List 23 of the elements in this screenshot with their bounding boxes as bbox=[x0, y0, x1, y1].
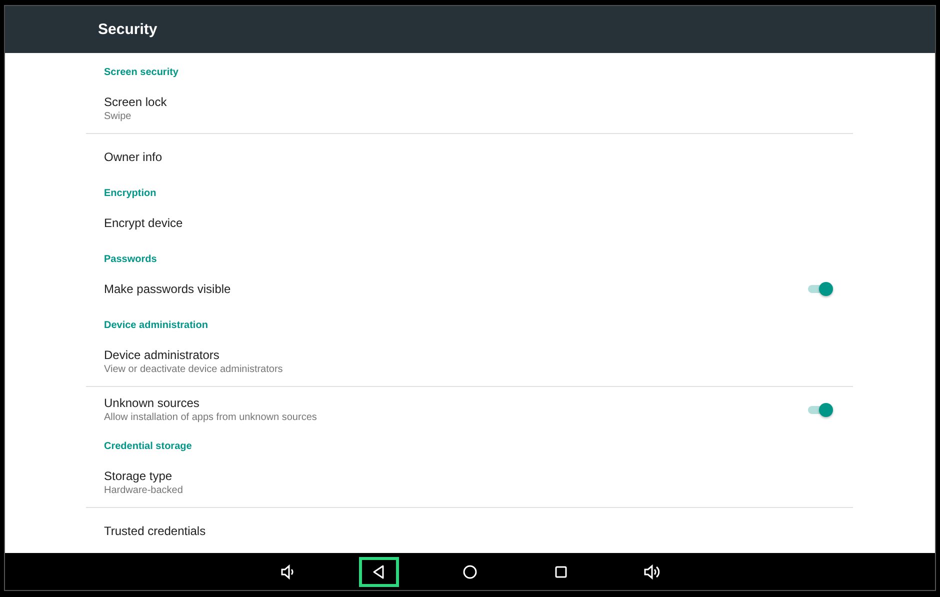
setting-title[interactable]: Trusted credentials bbox=[104, 524, 206, 538]
section-header: Passwords bbox=[103, 253, 158, 267]
circle-icon[interactable] bbox=[461, 562, 479, 580]
screen-title: Security bbox=[98, 21, 158, 38]
back-button[interactable] bbox=[359, 556, 399, 586]
setting-title[interactable]: Device administrators bbox=[104, 348, 283, 362]
setting-title[interactable]: Make passwords visible bbox=[104, 282, 231, 296]
toggle-switch[interactable] bbox=[808, 402, 833, 418]
toggle-switch[interactable] bbox=[808, 281, 833, 297]
setting-title[interactable]: Screen lock bbox=[104, 94, 167, 110]
section-header: Screen security bbox=[103, 66, 180, 80]
setting-summary: Hardware-backed bbox=[104, 484, 183, 498]
setting-title[interactable]: Encrypt device bbox=[104, 216, 183, 230]
setting-summary: View or deactivate device administrators bbox=[104, 362, 283, 376]
setting-title[interactable]: Storage type bbox=[104, 468, 183, 484]
setting-title[interactable]: Unknown sources bbox=[104, 396, 317, 410]
setting-summary: Allow installation of apps from unknown sources bbox=[104, 410, 317, 424]
setting-summary: Swipe bbox=[104, 110, 132, 124]
section-header: Credential storage bbox=[103, 440, 193, 454]
section-header: Encryption bbox=[103, 187, 158, 201]
section-header: Device administration bbox=[103, 319, 209, 333]
setting-title[interactable]: Owner info bbox=[104, 150, 162, 164]
speaker-icon[interactable] bbox=[643, 562, 661, 580]
